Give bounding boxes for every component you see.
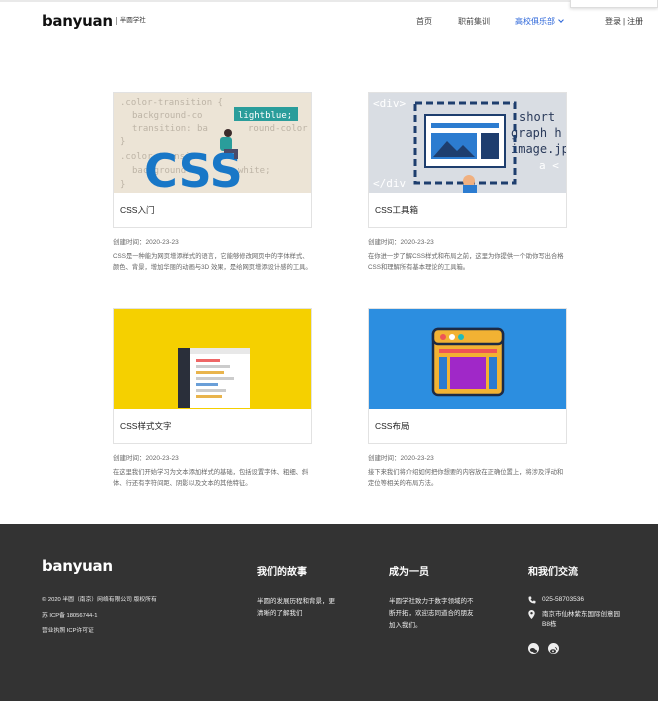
footer-join-title[interactable]: 成为一员 <box>389 563 429 578</box>
footer-address: 南京市仙林紫东国际创意园B8栋 <box>528 610 628 630</box>
card-date: 创建时间：2020-23-23 <box>368 455 434 462</box>
course-card[interactable]: CSS布局 创建时间：2020-23-23 接下来我们将介绍如何把你想要的内容放… <box>368 308 567 489</box>
card-description: 在这里我们开始学习为文本添加样式的基础，包括设置字体、粗细、斜体、行还有字符间距… <box>113 469 309 487</box>
code-line: transition: ba <box>132 124 208 134</box>
code-line: background-co <box>132 111 202 121</box>
nav-club-label: 高校俱乐部 <box>515 17 555 26</box>
address-text: 南京市仙林紫东国际创意园B8栋 <box>542 611 620 628</box>
code-line: white; <box>238 166 271 176</box>
footer-contact-title: 和我们交流 <box>528 567 578 578</box>
css-intro-illustration: .color-transition { background-co transi… <box>120 98 311 193</box>
course-image-css-toolbox: <div> </div short graph h image.jp a < <box>369 93 566 193</box>
card-frame: CSS布局 <box>368 308 567 444</box>
card-date: 创建时间：2020-23-23 <box>368 239 434 246</box>
code-tag: </div <box>373 177 406 190</box>
footer-logo[interactable]: banyuan <box>42 557 113 575</box>
card-title: CSS入门 <box>120 205 155 215</box>
code-line: round-color 1s <box>248 124 311 134</box>
card-date: 创建时间：2020-23-23 <box>113 239 179 246</box>
footer-copyright: © 2020 半圆（南京）网络有限公司 版权所有 <box>42 597 157 603</box>
code-line: .color-transition { <box>120 98 223 108</box>
css-layout-illustration <box>431 327 505 397</box>
wechat-icon[interactable] <box>528 643 539 654</box>
card-title: CSS工具箱 <box>375 205 418 215</box>
footer-license[interactable]: 营业执照 ICP许可证 <box>42 625 94 634</box>
nav-training[interactable]: 职前集训 <box>458 16 490 27</box>
card-title: CSS布局 <box>375 421 410 431</box>
location-pin-icon <box>528 610 538 630</box>
card-frame: .color-transition { background-co transi… <box>113 92 312 228</box>
site-footer: banyuan © 2020 半圆（南京）网络有限公司 版权所有 苏 ICP备 … <box>0 524 658 701</box>
highlight-text: lightblue; <box>238 111 292 121</box>
code-text: a < <box>539 159 559 172</box>
course-image-css-layout <box>369 309 566 409</box>
card-date: 创建时间：2020-23-23 <box>113 455 179 462</box>
course-card[interactable]: CSS样式文字 创建时间：2020-23-23 在这里我们开始学习为文本添加样式… <box>113 308 312 489</box>
course-card[interactable]: <div> </div short graph h image.jp a < C… <box>368 92 567 273</box>
nav-home[interactable]: 首页 <box>416 16 432 27</box>
code-text: short <box>519 110 555 124</box>
phone-number: 025-58703536 <box>542 596 584 603</box>
card-frame: <div> </div short graph h image.jp a < C… <box>368 92 567 228</box>
weibo-icon[interactable] <box>548 643 559 654</box>
card-description: 在你进一步了解CSS样式和布局之前，这里为你提供一个助你写出合格CSS和理解所有… <box>368 253 564 271</box>
footer-story-title[interactable]: 我们的故事 <box>257 563 307 578</box>
footer-icp[interactable]: 苏 ICP备 18056744-1 <box>42 610 97 619</box>
card-description: CSS是一种能为网页增添样式的语言，它能够修改网页中的字体样式、颜色、背景，增加… <box>113 253 312 271</box>
footer-story-text: 半圆的发展历程和背景，更清晰的了解我们 <box>257 598 335 617</box>
dropdown-popup-edge <box>570 0 658 8</box>
css-text-illustration <box>178 348 250 408</box>
card-description: 接下来我们将介绍如何把你想要的内容放在正确位置上，将涉及浮动和定位等相关的布局方… <box>368 469 564 487</box>
code-line: } <box>120 137 125 147</box>
course-image-css-intro: .color-transition { background-co transi… <box>114 93 311 193</box>
course-card[interactable]: .color-transition { background-co transi… <box>113 92 312 273</box>
auth-links: 登录 | 注册 <box>605 16 643 27</box>
card-frame: CSS样式文字 <box>113 308 312 444</box>
login-link[interactable]: 登录 <box>605 17 621 26</box>
logo-wordmark: banyuan <box>42 12 113 30</box>
logo-subtitle: 半圆学社 <box>115 17 146 25</box>
footer-phone: 025-58703536 <box>528 596 584 606</box>
css-toolbox-illustration: <div> </div short graph h image.jp a < <box>373 97 566 193</box>
brand-logo[interactable]: banyuan 半圆学社 <box>42 12 146 30</box>
auth-separator: | <box>623 17 626 26</box>
code-tag: <div> <box>373 97 406 110</box>
nav-club[interactable]: 高校俱乐部 <box>515 16 564 27</box>
code-text: graph h <box>511 126 562 140</box>
footer-join-text: 半圆学社致力于数字领域的不断开拓，欢迎志同道合的朋友加入我们。 <box>389 598 474 629</box>
phone-icon <box>528 596 538 606</box>
chevron-down-icon <box>558 17 564 23</box>
code-line: } <box>120 180 125 190</box>
course-image-css-text <box>114 309 311 409</box>
site-header: banyuan 半圆学社 首页 职前集训 高校俱乐部 登录 | 注册 <box>0 0 658 46</box>
code-text: image.jp <box>511 142 566 156</box>
card-title: CSS样式文字 <box>120 421 172 431</box>
register-link[interactable]: 注册 <box>627 17 643 26</box>
